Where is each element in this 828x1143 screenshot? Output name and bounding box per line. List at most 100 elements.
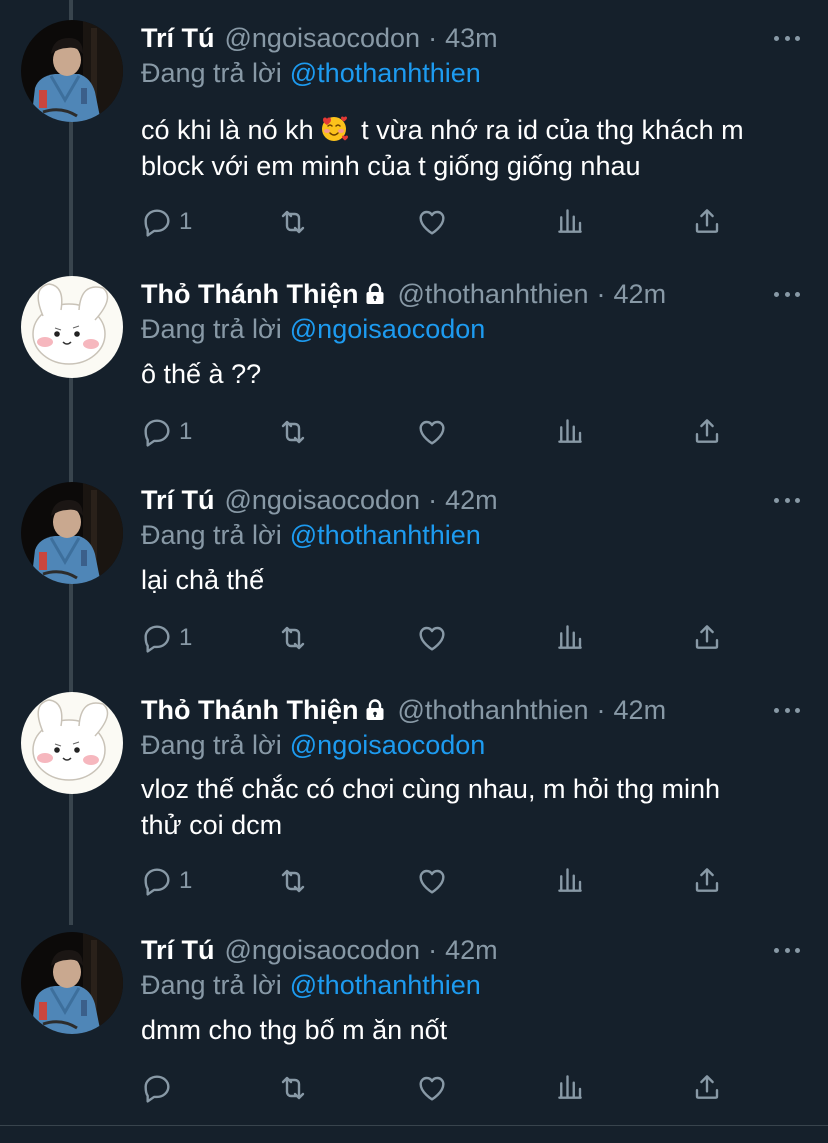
replying-to: Đang trả lời @ngoisaocodon (141, 314, 485, 345)
avatar[interactable] (21, 932, 123, 1034)
like-button[interactable] (416, 865, 448, 897)
lock-icon (363, 282, 387, 306)
retweet-button[interactable] (277, 1072, 309, 1104)
timestamp[interactable]: 42m (445, 935, 498, 966)
share-button[interactable] (692, 416, 722, 446)
avatar[interactable] (21, 276, 123, 378)
analytics-icon (555, 1072, 585, 1102)
more-options-icon[interactable] (774, 488, 800, 512)
retweet-button[interactable] (277, 206, 309, 238)
user-handle[interactable]: @ngoisaocodon (225, 23, 421, 54)
retweet-icon (277, 1072, 309, 1104)
display-name[interactable]: Thỏ Thánh Thiện (141, 695, 358, 726)
analytics-icon (555, 416, 585, 446)
heart-icon (416, 865, 448, 897)
tweet-text-line: vloz thế chắc có chơi cùng nhau, m hỏi t… (141, 774, 721, 804)
reply-button[interactable]: 1 (141, 416, 192, 448)
share-icon (692, 622, 722, 652)
avatar[interactable] (21, 482, 123, 584)
share-button[interactable] (692, 1072, 722, 1102)
reply-icon (141, 865, 173, 897)
tweet-text-line: thử coi dcm (141, 810, 283, 840)
tweet-text: dmm cho thg bố m ăn nốt (141, 1012, 811, 1048)
timestamp[interactable]: 42m (614, 695, 667, 726)
replying-to: Đang trả lời @ngoisaocodon (141, 730, 485, 761)
avatar[interactable] (21, 692, 123, 794)
tweet-header: Thỏ Thánh Thiện @thothanhthien · 42m (141, 692, 666, 728)
tweet-actions (141, 1072, 741, 1104)
reply-prefix: Đang trả lời (141, 314, 282, 344)
user-handle[interactable]: @thothanhthien (397, 695, 588, 726)
tweet-actions: 1 (141, 865, 741, 897)
tweet-text-line: block với em minh của t giống giống nhau (141, 151, 641, 181)
separator-dot: · (428, 22, 438, 53)
tweet-text: lại chả thế (141, 562, 811, 598)
reply-icon (141, 206, 173, 238)
heart-icon (416, 206, 448, 238)
like-button[interactable] (416, 206, 448, 238)
user-handle[interactable]: @ngoisaocodon (225, 935, 421, 966)
timestamp[interactable]: 43m (445, 23, 498, 54)
share-button[interactable] (692, 622, 722, 652)
smiling-face-with-hearts-icon (320, 115, 348, 143)
analytics-button[interactable] (555, 206, 585, 236)
like-button[interactable] (416, 1072, 448, 1104)
reply-icon (141, 622, 173, 654)
replying-to: Đang trả lời @thothanhthien (141, 520, 481, 551)
reply-count: 1 (179, 208, 193, 235)
user-handle[interactable]: @ngoisaocodon (225, 485, 421, 516)
retweet-button[interactable] (277, 416, 309, 448)
reply-icon (141, 1072, 173, 1104)
more-options-icon[interactable] (774, 698, 800, 722)
timestamp[interactable]: 42m (614, 279, 667, 310)
separator-dot: · (596, 278, 606, 309)
lock-icon (363, 698, 387, 722)
display-name[interactable]: Trí Tú (141, 935, 215, 966)
reply-target-link[interactable]: @thothanhthien (290, 970, 481, 1000)
share-button[interactable] (692, 865, 722, 895)
reply-icon (141, 416, 173, 448)
person-photo-avatar-icon (21, 20, 123, 122)
tweet-actions: 1 (141, 206, 741, 238)
share-icon (692, 865, 722, 895)
analytics-button[interactable] (555, 416, 585, 446)
like-button[interactable] (416, 622, 448, 654)
tweet-text: ô thế à ?? (141, 356, 811, 392)
reply-target-link[interactable]: @ngoisaocodon (290, 730, 486, 760)
retweet-button[interactable] (277, 865, 309, 897)
tweet-text-line: lại chả thế (141, 565, 265, 595)
display-name[interactable]: Trí Tú (141, 23, 215, 54)
timestamp[interactable]: 42m (445, 485, 498, 516)
reply-target-link[interactable]: @ngoisaocodon (290, 314, 486, 344)
reply-button[interactable]: 1 (141, 206, 192, 238)
tweet-text-line: t vừa nhớ ra id của thg khách m (361, 115, 744, 145)
analytics-button[interactable] (555, 622, 585, 652)
more-options-icon[interactable] (774, 26, 800, 50)
separator-dot: · (428, 934, 438, 965)
reply-button[interactable]: 1 (141, 622, 192, 654)
separator-dot: · (428, 484, 438, 515)
reply-button[interactable] (141, 1072, 179, 1104)
more-options-icon[interactable] (774, 282, 800, 306)
analytics-button[interactable] (555, 865, 585, 895)
person-photo-avatar-icon (21, 482, 123, 584)
display-name[interactable]: Trí Tú (141, 485, 215, 516)
more-options-icon[interactable] (774, 938, 800, 962)
tweet-actions: 1 (141, 416, 741, 448)
reply-button[interactable]: 1 (141, 865, 192, 897)
reply-prefix: Đang trả lời (141, 58, 282, 88)
reply-prefix: Đang trả lời (141, 520, 282, 550)
replying-to: Đang trả lời @thothanhthien (141, 970, 481, 1001)
analytics-button[interactable] (555, 1072, 585, 1102)
heart-icon (416, 416, 448, 448)
retweet-icon (277, 206, 309, 238)
like-button[interactable] (416, 416, 448, 448)
reply-target-link[interactable]: @thothanhthien (290, 58, 481, 88)
heart-icon (416, 1072, 448, 1104)
avatar[interactable] (21, 20, 123, 122)
reply-target-link[interactable]: @thothanhthien (290, 520, 481, 550)
share-button[interactable] (692, 206, 722, 236)
user-handle[interactable]: @thothanhthien (397, 279, 588, 310)
display-name[interactable]: Thỏ Thánh Thiện (141, 279, 358, 310)
retweet-button[interactable] (277, 622, 309, 654)
